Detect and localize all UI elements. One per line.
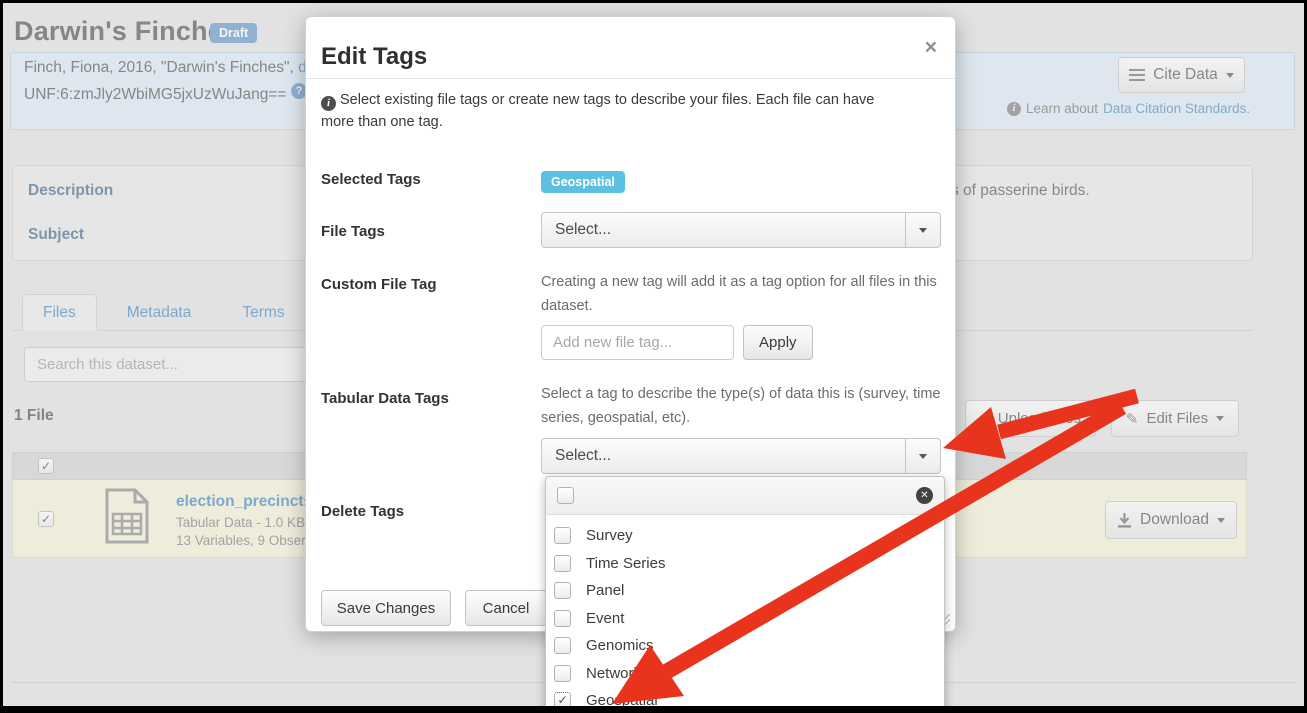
tag-option-panel[interactable]: Panel [554, 577, 944, 605]
option-checkbox[interactable] [554, 555, 571, 572]
tabular-file-icon [104, 488, 150, 544]
tab-files[interactable]: Files [22, 294, 97, 331]
learn-about-citation: i Learn about Data Citation Standards. [1007, 101, 1250, 116]
file-name-link[interactable]: election_precincts [176, 493, 312, 511]
file-tags-label: File Tags [321, 223, 385, 240]
tabular-tags-select-value: Select... [542, 447, 905, 465]
new-file-tag-input[interactable] [541, 325, 734, 360]
custom-file-tag-help: Creating a new tag will add it as a tag … [541, 271, 949, 319]
apply-button[interactable]: Apply [743, 325, 813, 360]
upload-files-label: Upload Files [998, 410, 1081, 427]
modal-close-button[interactable]: × [925, 37, 937, 58]
tag-option-network[interactable]: Network [554, 660, 944, 688]
tab-metadata[interactable]: Metadata [106, 294, 213, 331]
tag-option-event[interactable]: Event [554, 605, 944, 633]
selected-tag-badge: Geospatial [541, 171, 625, 193]
option-label: Event [586, 610, 624, 627]
toggle-all-checkbox[interactable] [557, 487, 574, 504]
description-text-fragment: s of passerine birds. [951, 182, 1090, 200]
option-checkbox[interactable] [554, 527, 571, 544]
citation-line1: Finch, Fiona, 2016, "Darwin's Finches", … [24, 59, 315, 77]
dataverse-dataset-page: Darwin's Finches Draft Finch, Fiona, 201… [0, 0, 1307, 713]
upload-files-button[interactable]: + Upload Files [965, 400, 1096, 437]
option-label: Panel [586, 582, 624, 599]
data-citation-standards-link[interactable]: Data Citation Standards. [1103, 101, 1250, 116]
option-label: Genomics [586, 637, 654, 654]
pencil-icon: ✎ [1126, 410, 1139, 428]
tag-option-time-series[interactable]: Time Series [554, 550, 944, 578]
cancel-label: Cancel [483, 600, 530, 617]
edit-files-label: Edit Files [1146, 410, 1208, 427]
modal-header-divider [306, 78, 955, 79]
info-icon: i [321, 96, 336, 111]
citation-text: Finch, Fiona, 2016, "Darwin's Finches", [24, 59, 298, 76]
tabular-data-tags-help: Select a tag to describe the type(s) of … [541, 383, 949, 431]
file-checkbox[interactable] [38, 511, 54, 527]
custom-file-tag-label: Custom File Tag [321, 276, 437, 293]
dropdown-header: ✕ [546, 477, 944, 515]
delete-tags-label: Delete Tags [321, 503, 404, 520]
select-caret-button[interactable] [905, 439, 940, 473]
caret-down-icon [919, 228, 927, 233]
file-tags-select-value: Select... [542, 221, 905, 239]
caret-down-icon [1216, 416, 1224, 421]
tab-terms[interactable]: Terms [221, 294, 305, 331]
modal-intro: iSelect existing file tags or create new… [321, 89, 906, 134]
caret-down-icon [919, 454, 927, 459]
dropdown-option-list: Survey Time Series Panel Event Genomics Netwo… [546, 515, 944, 713]
cancel-button[interactable]: Cancel [465, 590, 547, 626]
option-checkbox[interactable] [554, 637, 571, 654]
screenshot-border [0, 706, 1307, 713]
cite-data-button[interactable]: Cite Data [1118, 57, 1245, 93]
description-label: Description [28, 182, 113, 200]
file-meta-variables: 13 Variables, 9 Observ [176, 533, 312, 548]
download-button[interactable]: Download [1105, 501, 1237, 539]
draft-badge: Draft [210, 23, 257, 43]
list-icon [1129, 69, 1145, 81]
info-icon: i [1007, 102, 1021, 116]
select-all-checkbox[interactable] [38, 458, 54, 474]
plus-icon: + [980, 409, 990, 429]
dropdown-close-icon[interactable]: ✕ [916, 487, 933, 504]
citation-unf: UNF:6:zmJly2WbiMG5jxUzWuJang== [24, 86, 286, 104]
caret-down-icon [1226, 73, 1234, 78]
screenshot-border [0, 0, 1307, 3]
file-tags-select[interactable]: Select... [541, 212, 941, 248]
tag-option-survey[interactable]: Survey [554, 522, 944, 550]
tabular-tags-select[interactable]: Select... [541, 438, 941, 474]
save-label: Save Changes [337, 600, 435, 617]
tabular-tags-dropdown-panel: ✕ Survey Time Series Panel Event Genomics Net… [545, 476, 945, 713]
file-count: 1 File [14, 407, 54, 425]
select-caret-button[interactable] [905, 213, 940, 247]
selected-tags-label: Selected Tags [321, 171, 421, 188]
option-label: Survey [586, 527, 633, 544]
option-label: Time Series [586, 555, 665, 572]
download-label: Download [1140, 511, 1209, 529]
cite-data-label: Cite Data [1153, 66, 1218, 84]
save-changes-button[interactable]: Save Changes [321, 590, 451, 626]
subject-label: Subject [28, 226, 84, 244]
apply-label: Apply [759, 334, 797, 351]
modal-title: Edit Tags [321, 43, 427, 71]
tabular-data-tags-label: Tabular Data Tags [321, 390, 449, 407]
screenshot-border [0, 0, 3, 713]
caret-down-icon [1217, 518, 1225, 523]
tag-option-genomics[interactable]: Genomics [554, 632, 944, 660]
learn-about-text: Learn about [1026, 101, 1098, 116]
dataset-title: Darwin's Finches [14, 16, 238, 47]
option-checkbox[interactable] [554, 665, 571, 682]
edit-files-button[interactable]: ✎ Edit Files [1111, 400, 1239, 437]
download-icon [1117, 513, 1132, 528]
option-checkbox[interactable] [554, 610, 571, 627]
option-checkbox[interactable] [554, 582, 571, 599]
option-label: Network [586, 665, 641, 682]
file-meta-type-size: Tabular Data - 1.0 KB - [176, 515, 313, 530]
modal-intro-text: Select existing file tags or create new … [321, 92, 874, 130]
